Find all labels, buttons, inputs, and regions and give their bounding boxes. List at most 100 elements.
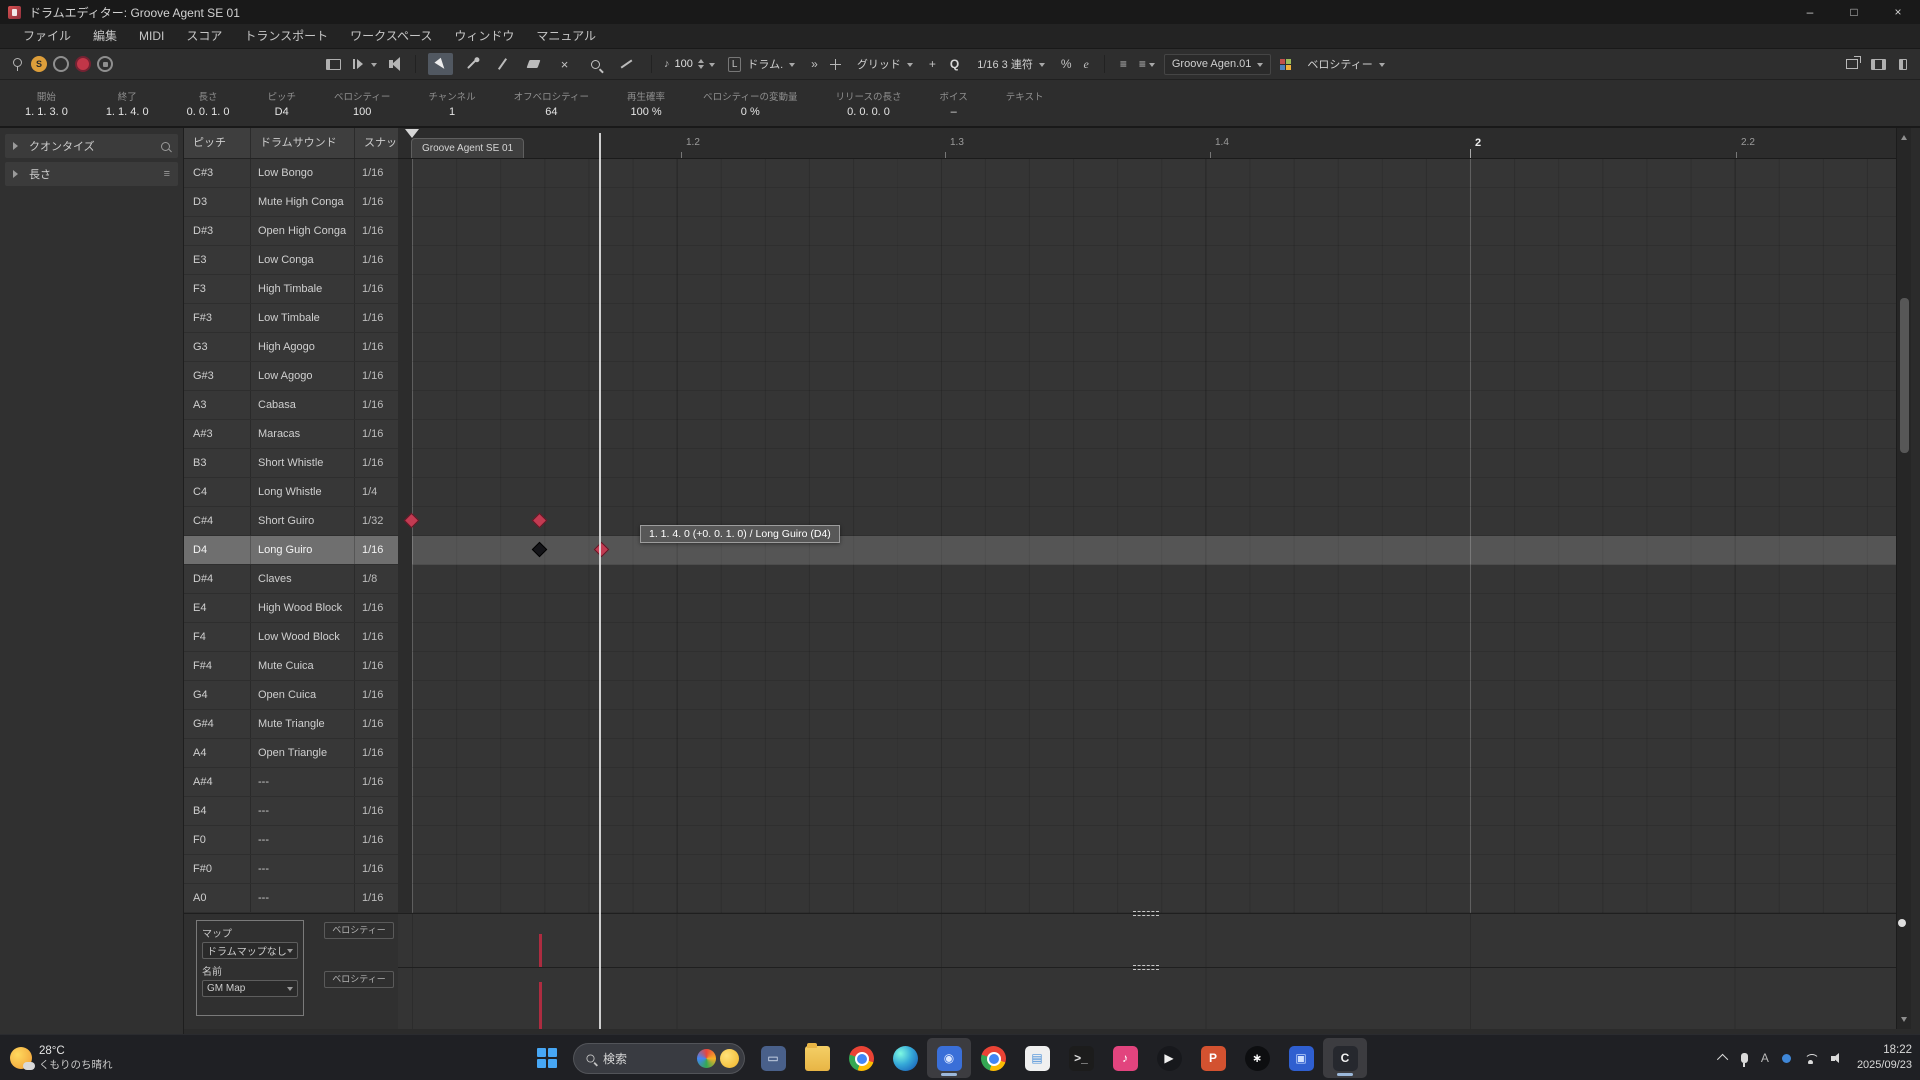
grid-row[interactable] [398,507,1896,536]
right-zone-button[interactable] [1896,53,1910,75]
zoom-tool[interactable] [583,53,608,75]
copilot-icon[interactable] [697,1049,716,1068]
vertical-scrollbar[interactable] [1896,128,1911,1029]
loop-button[interactable] [97,56,113,72]
scroll-down-arrow[interactable] [1901,1017,1907,1025]
quantize-button[interactable]: Q [945,57,964,71]
drum-row[interactable]: B4---1/16 [184,797,398,826]
drum-row[interactable]: F0---1/16 [184,826,398,855]
grid-row[interactable] [398,275,1896,304]
infoline-field[interactable]: ピッチD4 [248,80,315,126]
taskbar-app-chatgpt[interactable]: ∗ [1235,1038,1279,1078]
lane-label-2[interactable]: ベロシティー [324,971,394,988]
quantize-panel-button[interactable]: e [1081,53,1092,75]
sidebar-section[interactable]: 長さ≡ [5,162,178,186]
grid-row[interactable] [398,420,1896,449]
drum-row[interactable]: E4High Wood Block1/16 [184,594,398,623]
bluetooth-icon[interactable] [1782,1054,1791,1063]
grid-row[interactable] [398,855,1896,884]
drum-row[interactable]: A0---1/16 [184,884,398,913]
solo-editor-button[interactable]: S [31,56,47,72]
note-grid[interactable] [398,159,1896,913]
drum-row[interactable]: D#4Claves1/8 [184,565,398,594]
grid-row[interactable] [398,159,1896,188]
menu-item[interactable]: ファイル [12,24,82,49]
map-name-select[interactable]: GM Map [202,980,298,997]
search-icon[interactable] [161,142,170,151]
drum-row[interactable]: A4Open Triangle1/16 [184,739,398,768]
infoline-field[interactable]: リリースの長さ0. 0. 0. 0 [817,80,921,126]
line-tool[interactable] [614,53,639,75]
event-colors-button[interactable] [1277,53,1294,75]
bing-icon[interactable] [720,1049,739,1068]
autoscroll-button[interactable] [350,53,380,75]
grid-row[interactable] [398,652,1896,681]
velocity-bar[interactable] [539,934,542,967]
snap-type-button[interactable]: + [926,53,939,75]
part-combo[interactable]: Groove Agen.01 [1164,54,1272,75]
volume-icon[interactable] [1831,1053,1844,1064]
drum-row[interactable]: D3Mute High Conga1/16 [184,188,398,217]
drum-row[interactable]: G#3Low Agogo1/16 [184,362,398,391]
lane-1[interactable] [398,913,1896,967]
grid-row[interactable] [398,536,1896,565]
infoline-field[interactable]: 開始1. 1. 3. 0 [6,80,87,126]
velocity-bar[interactable] [539,982,542,1029]
drum-row[interactable]: F3High Timbale1/16 [184,275,398,304]
grid-row[interactable] [398,565,1896,594]
lane-label-1[interactable]: ベロシティー [324,922,394,939]
infoline-field[interactable]: テキスト [987,80,1063,126]
grid-row[interactable] [398,797,1896,826]
drum-row[interactable]: D4Long Guiro1/16 [184,536,398,565]
drum-row[interactable]: F#4Mute Cuica1/16 [184,652,398,681]
taskbar-app-chrome-profile[interactable] [971,1038,1015,1078]
column-header-sound[interactable]: ドラムサウンド [251,128,355,158]
close-button[interactable]: × [1876,0,1920,24]
taskbar-app-cubase[interactable]: C [1323,1038,1367,1078]
drum-row[interactable]: C#4Short Guiro1/32 [184,507,398,536]
visibility-button[interactable]: ≡ [1136,53,1158,75]
menu-item[interactable]: トランスポート [233,24,339,49]
grid-row[interactable] [398,710,1896,739]
drum-row[interactable]: B3Short Whistle1/16 [184,449,398,478]
infoline-field[interactable]: オフベロシティー64 [495,80,608,126]
taskbar-app-store-app[interactable]: ▤ [1015,1038,1059,1078]
taskbar-app-file-explorer[interactable] [795,1038,839,1078]
mute-tool[interactable]: × [552,53,577,75]
grid-row[interactable] [398,217,1896,246]
drumstick-tool[interactable] [459,53,484,75]
grid-row[interactable] [398,391,1896,420]
infoline-field[interactable]: ベロシティー100 [315,80,409,126]
window-layout-button[interactable] [323,53,344,75]
drum-row[interactable]: A#4---1/16 [184,768,398,797]
iterative-quantize-button[interactable]: % [1058,53,1075,75]
list-icon[interactable]: ≡ [164,168,170,180]
trim-tool[interactable] [490,53,515,75]
menu-item[interactable]: MIDI [128,24,175,49]
drum-row[interactable]: A3Cabasa1/16 [184,391,398,420]
grid-row[interactable] [398,826,1896,855]
ruler[interactable]: Groove Agent SE 01 1.21.31.422.2 [398,128,1896,159]
drum-row[interactable]: F#0---1/16 [184,855,398,884]
drum-map-select[interactable]: ドラムマップなし [202,942,298,959]
part-tab[interactable]: Groove Agent SE 01 [411,138,524,159]
taskbar-search[interactable]: 検索 [573,1043,745,1074]
taskbar-app-photos-app[interactable]: ▣ [1279,1038,1323,1078]
quantize-preset-combo[interactable]: 1/16 3 連符 [970,54,1052,75]
lane-resize-handle[interactable] [1133,911,1159,916]
menu-item[interactable]: スコア [175,24,233,49]
drum-row[interactable]: G4Open Cuica1/16 [184,681,398,710]
infoline-field[interactable]: チャンネル1 [409,80,494,126]
taskbar-app-display-app[interactable]: ▭ [751,1038,795,1078]
length-combo[interactable]: L ドラム. [721,54,802,75]
drum-row[interactable]: G3High Agogo1/16 [184,333,398,362]
start-button[interactable] [527,1038,567,1078]
taskbar-app-terminal[interactable]: >_ [1059,1038,1103,1078]
drum-row[interactable]: C#3Low Bongo1/16 [184,159,398,188]
grid-row[interactable] [398,362,1896,391]
taskbar-app-edge[interactable] [883,1038,927,1078]
playhead[interactable] [599,133,601,1029]
taskbar-app-video-app[interactable]: ▶ [1147,1038,1191,1078]
stepper-icon[interactable] [698,56,704,72]
lane-resize-handle[interactable] [1133,965,1159,970]
